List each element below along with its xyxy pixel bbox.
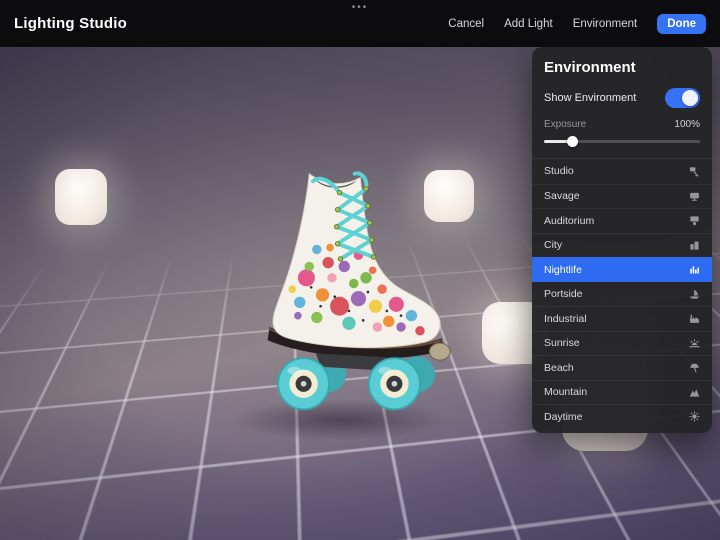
panel-title: Environment [544,59,636,76]
nightlife-icon [689,264,700,275]
option-label: Industrial [544,312,587,325]
monitor-icon [689,191,700,202]
environment-panel: Environment Show Environment Exposure 10… [532,47,712,433]
area-light[interactable] [55,169,107,225]
environment-option[interactable]: Industrial [532,306,712,331]
3d-viewport[interactable]: Environment Show Environment Exposure 10… [0,47,720,540]
page-title: Lighting Studio [14,15,127,32]
option-label: Beach [544,361,574,374]
option-label: Mountain [544,386,588,399]
factory-icon [689,313,700,324]
environment-option[interactable]: Daytime [532,404,712,429]
sun-icon [689,411,700,422]
environment-option[interactable]: Savage [532,183,712,209]
environment-option[interactable]: Beach [532,355,712,380]
auditorium-icon [689,215,700,226]
city-icon [689,240,700,251]
environment-option[interactable]: Nightlife [532,257,712,282]
exposure-label: Exposure [544,119,587,130]
roller-skate-model[interactable] [226,163,472,421]
exposure-control: Exposure 100% [532,115,712,158]
environment-option[interactable]: Portside [532,282,712,307]
show-environment-toggle[interactable] [665,88,700,108]
option-label: Portside [544,288,583,301]
option-label: Daytime [544,410,583,423]
mountain-icon [689,387,700,398]
environment-options-list: Studio Savage Auditorium City Nightlife [532,158,712,433]
show-environment-row: Show Environment [532,82,712,115]
boat-icon [689,289,700,300]
add-light-button[interactable]: Add Light [504,18,553,30]
beach-umbrella-icon [689,362,700,373]
environment-button[interactable]: Environment [573,18,638,30]
environment-option[interactable]: Auditorium [532,208,712,233]
environment-option[interactable]: City [532,232,712,258]
exposure-value: 100% [674,119,700,130]
environment-option[interactable]: Studio [532,159,712,184]
topbar-actions: Cancel Add Light Environment Done [448,13,706,34]
exposure-slider-knob[interactable] [567,136,579,147]
option-label: Studio [544,165,574,178]
show-environment-label: Show Environment [544,92,637,104]
environment-option[interactable]: Mountain [532,379,712,405]
option-label: Sunrise [544,337,580,350]
app-window: ••• Lighting Studio Cancel Add Light Env… [0,0,720,540]
exposure-slider[interactable] [544,135,700,148]
window-handle-dots[interactable]: ••• [352,2,369,13]
cancel-button[interactable]: Cancel [448,18,484,30]
option-label: Auditorium [544,214,595,227]
done-button[interactable]: Done [657,13,706,34]
option-label: Savage [544,190,580,203]
environment-option[interactable]: Sunrise [532,330,712,356]
option-label: City [544,239,563,252]
topbar: ••• Lighting Studio Cancel Add Light Env… [0,0,720,47]
sunrise-icon [689,338,700,349]
option-label: Nightlife [544,263,582,276]
toggle-knob [682,90,698,106]
studio-light-icon [689,166,700,177]
